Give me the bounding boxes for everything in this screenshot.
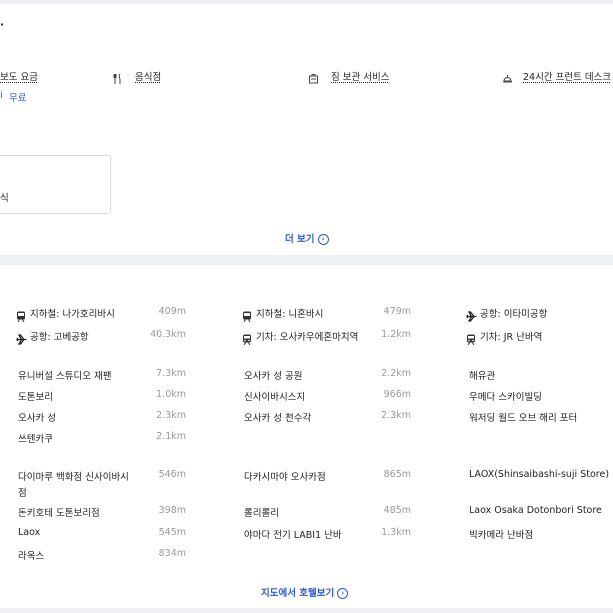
transport-label: 지하철: 나가호리바시	[30, 309, 115, 320]
chevron-right-circle-icon: ›	[337, 588, 349, 599]
train-icon	[242, 330, 252, 349]
shopping-label: LAOX(Shinsaibashi-suji Store)	[469, 469, 610, 480]
train-icon	[466, 330, 476, 349]
facility-label-front-desk[interactable]: 24시간 프런트 데스크	[523, 69, 611, 83]
shopping-label: 다이마루 백화점 신사이바시	[18, 472, 129, 483]
landmark-label: 오사카 성	[18, 413, 56, 424]
subway-icon	[242, 307, 252, 326]
landmark-label: 도톤보리	[18, 392, 53, 403]
shopping-label: 돈키호테 도톤보리점	[18, 508, 100, 519]
facilities-card: · 보도 요금 음식점 짐 보관 서비스 24시간 프런트 데스크 i 무료 식…	[0, 4, 613, 255]
shopping-distance: 865m	[383, 469, 411, 480]
view-hotel-on-map-button[interactable]: 지도에서 호텔보기 ›	[261, 585, 349, 599]
plane-icon	[16, 330, 27, 349]
shopping-distance: 546m	[158, 469, 186, 480]
landmark-label: 해유관	[469, 371, 496, 382]
facility-label-restaurant[interactable]: 음식점	[135, 69, 161, 83]
shopping-distance: 485m	[383, 505, 411, 516]
wifi-label-partial: i	[0, 90, 3, 101]
landmark-label: 오사카 성 천수각	[244, 413, 312, 424]
more-button-label: 더 보기	[285, 234, 315, 245]
shopping-label: 라옥스	[18, 551, 45, 562]
shopping-label: 다카시마야 오사카점	[244, 472, 326, 483]
section-title-truncated: ·	[0, 18, 5, 31]
shopping-distance: 1.3km	[381, 527, 411, 538]
landmark-label: 유니버설 스튜디오 재팬	[18, 371, 112, 382]
landmark-distance: 2.1km	[156, 431, 186, 442]
landmark-distance: 7.3km	[156, 368, 186, 379]
transport-label: 공항: 고베공항	[30, 332, 89, 343]
chevron-right-circle-icon: ›	[317, 234, 329, 245]
shopping-distance: 834m	[158, 548, 186, 559]
shopping-label: 빅카메라 난바점	[469, 530, 534, 541]
reception-bell-icon	[502, 69, 513, 88]
wifi-value: 무료	[9, 93, 27, 104]
transport-distance: 1.2km	[381, 329, 411, 340]
info-box: 식	[0, 155, 111, 214]
transport-distance: 409m	[158, 306, 186, 317]
transport-distance: 40.3km	[150, 329, 186, 340]
landmark-distance: 2.3km	[156, 410, 186, 421]
landmark-distance: 2.3km	[381, 410, 411, 421]
landmark-distance: 2.2km	[381, 368, 411, 379]
transport-label: 공항: 이타미공항	[480, 309, 548, 320]
location-card: 지하철: 나가호리바시 409m 지하철: 니혼바시 479m 공항: 이타미공…	[0, 265, 613, 608]
transport-label: 기차: JR 난바역	[480, 332, 543, 343]
more-button[interactable]: 더 보기 ›	[285, 231, 329, 245]
luggage-icon	[308, 69, 319, 88]
facility-label-fee[interactable]: 보도 요금	[0, 69, 38, 83]
landmark-label: 우메다 스카이빌딩	[469, 392, 542, 403]
landmark-label: 워저딩 월드 오브 해리 포터	[469, 413, 578, 424]
shopping-label: Laox Osaka Dotonbori Store	[469, 505, 602, 516]
landmark-distance: 1.0km	[156, 389, 186, 400]
landmark-label: 쓰텐카쿠	[18, 434, 53, 445]
view-hotel-on-map-label: 지도에서 호텔보기	[261, 588, 335, 599]
transport-label: 기차: 오사카우에혼마치역	[256, 332, 359, 343]
facility-label-luggage[interactable]: 짐 보관 서비스	[331, 69, 389, 83]
shopping-distance: 545m	[158, 527, 186, 538]
landmark-distance: 966m	[383, 389, 411, 400]
landmark-label: 신사이바시스지	[244, 392, 306, 403]
plane-icon	[466, 307, 477, 326]
landmark-label: 오사카 성 공원	[244, 371, 303, 382]
shopping-label: Laox	[18, 527, 41, 538]
transport-label: 지하철: 니혼바시	[256, 309, 324, 320]
transport-distance: 479m	[383, 306, 411, 317]
shopping-label-continued: 점	[18, 488, 27, 499]
utensils-icon	[113, 69, 124, 88]
shopping-label: 롤리롤리	[244, 508, 279, 519]
shopping-label: 야마다 전기 LABI1 난바	[244, 530, 342, 541]
info-box-text: 식	[0, 193, 9, 204]
subway-icon	[16, 307, 26, 326]
shopping-distance: 398m	[158, 505, 186, 516]
